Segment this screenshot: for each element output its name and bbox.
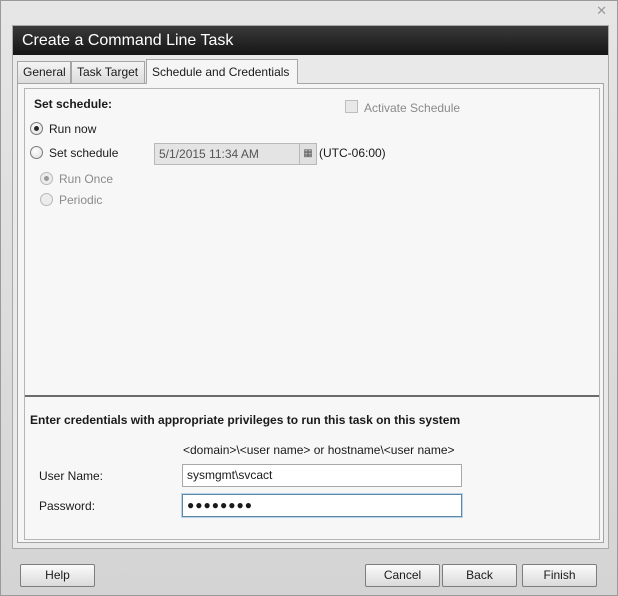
back-button[interactable]: Back (442, 564, 517, 587)
run-now-label: Run now (49, 122, 97, 136)
run-once-label: Run Once (59, 172, 114, 186)
run-now-radio[interactable] (30, 122, 43, 135)
tab-panel: Set schedule: Activate Schedule Run now … (17, 83, 604, 543)
calendar-icon[interactable]: ▦ (300, 143, 317, 165)
password-label: Password: (39, 499, 96, 513)
tab-schedule-and-credentials[interactable]: Schedule and Credentials (146, 59, 298, 84)
activate-schedule-label: Activate Schedule (364, 101, 461, 115)
section-divider (25, 395, 599, 397)
dialog-body: Create a Command Line Task General Task … (12, 25, 609, 549)
tab-task-target[interactable]: Task Target (71, 61, 145, 83)
dialog-title: Create a Command Line Task (13, 26, 608, 55)
set-schedule-label: Set schedule (49, 146, 119, 160)
close-icon[interactable]: ✕ (596, 3, 607, 19)
username-field[interactable]: sysmgmt\svcact (182, 464, 462, 487)
timezone-label: (UTC-06:00) (319, 146, 386, 160)
activate-schedule-checkbox[interactable] (345, 100, 358, 113)
tab-general[interactable]: General (17, 61, 71, 83)
run-once-radio[interactable] (40, 172, 53, 185)
help-button[interactable]: Help (20, 564, 95, 587)
schedule-credentials-panel: Set schedule: Activate Schedule Run now … (24, 88, 600, 540)
credentials-heading: Enter credentials with appropriate privi… (30, 413, 461, 427)
password-field[interactable]: ●●●●●●●● (182, 494, 462, 517)
dialog-window: ✕ Create a Command Line Task General Tas… (0, 0, 618, 596)
finish-button[interactable]: Finish (522, 564, 597, 587)
schedule-heading: Set schedule: (34, 97, 113, 111)
username-label: User Name: (39, 469, 104, 483)
credentials-hint: <domain>\<user name> or hostname\<user n… (183, 443, 455, 457)
set-schedule-radio[interactable] (30, 146, 43, 159)
cancel-button[interactable]: Cancel (365, 564, 440, 587)
schedule-datetime-field[interactable]: 5/1/2015 11:34 AM (154, 143, 300, 165)
periodic-label: Periodic (59, 193, 103, 207)
periodic-radio[interactable] (40, 193, 53, 206)
